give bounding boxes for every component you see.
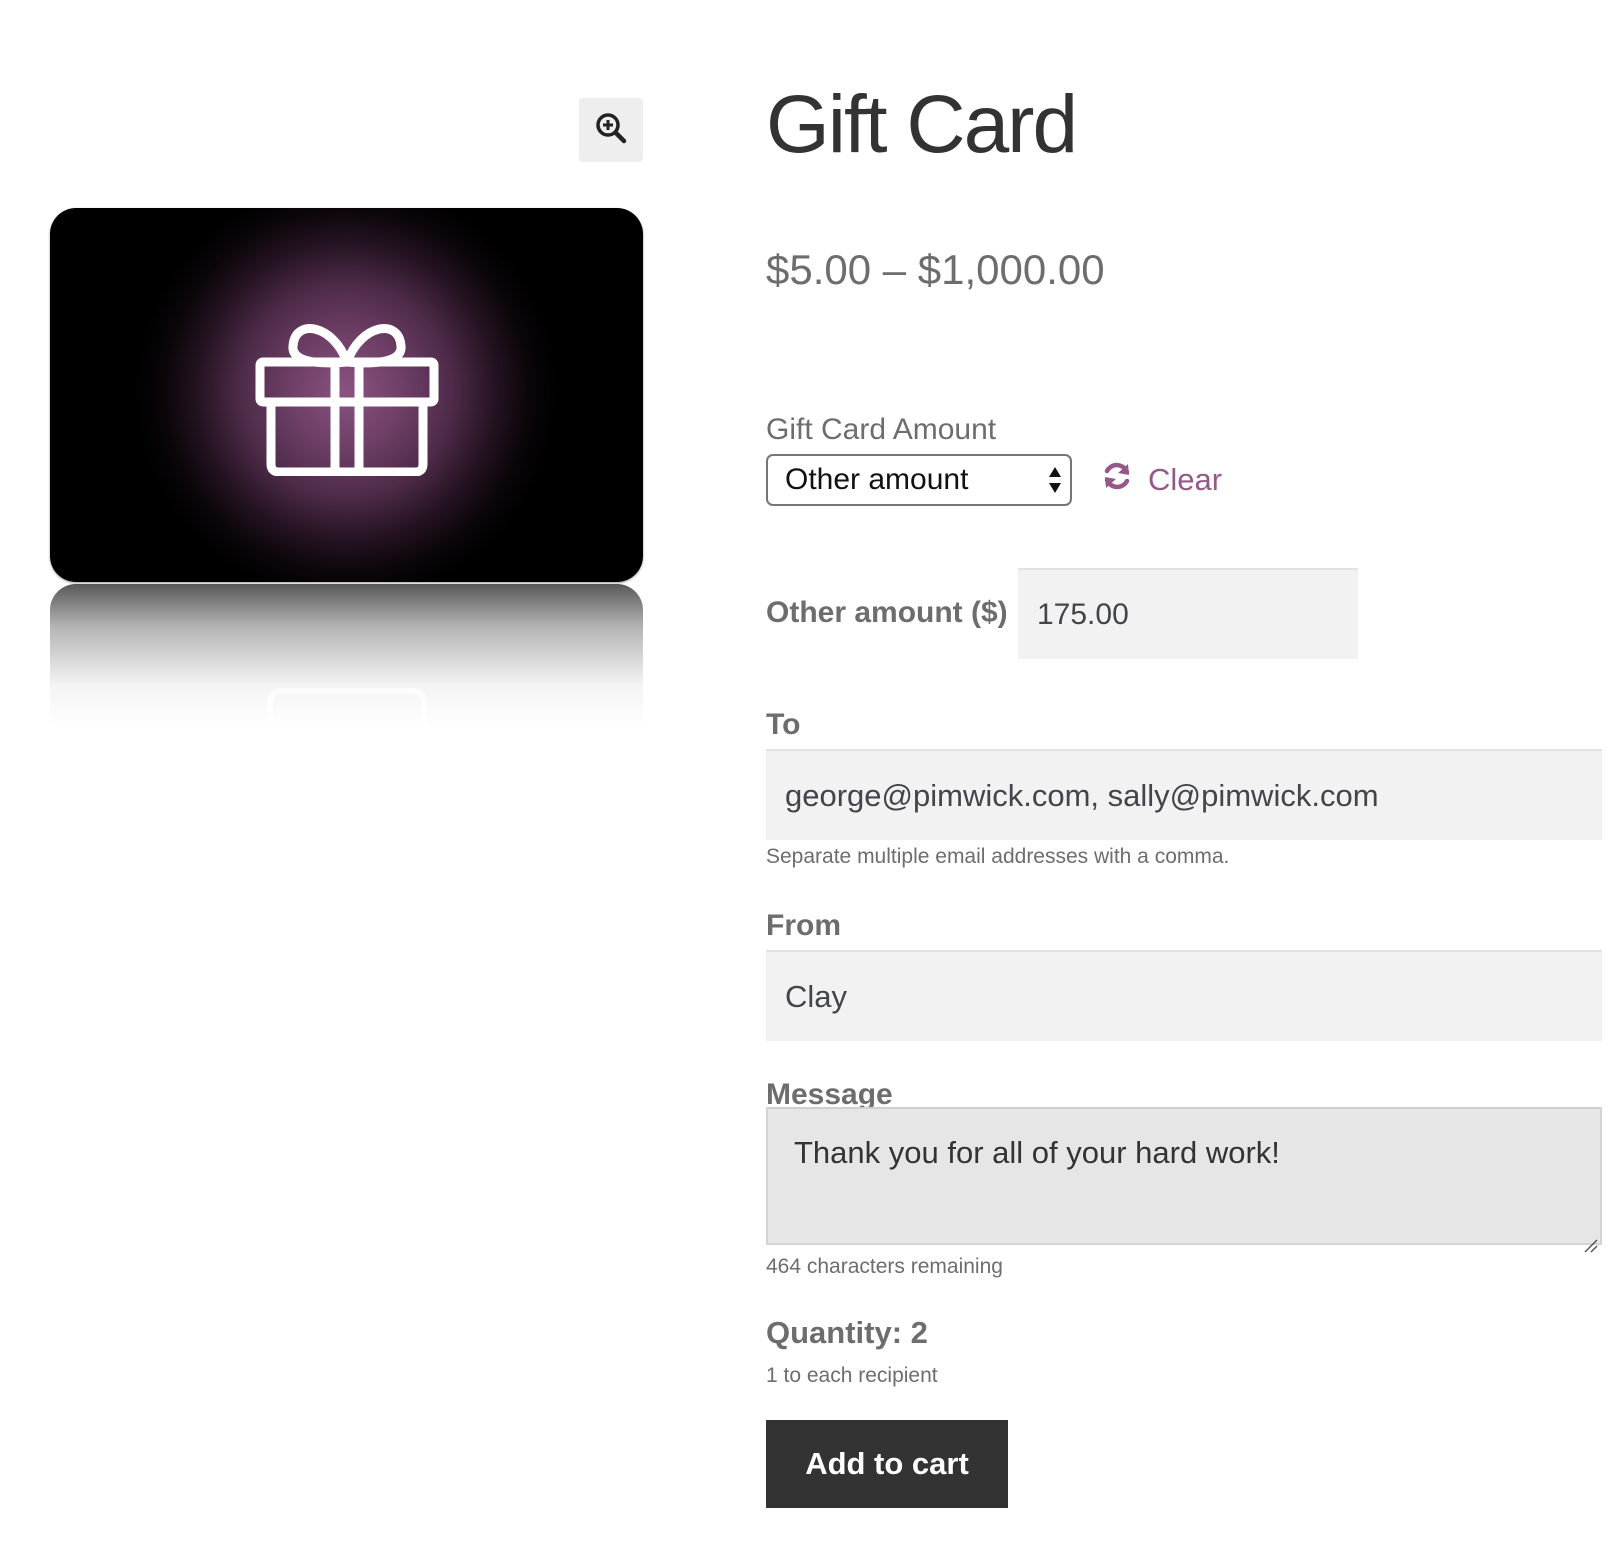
gift-card-amount-label: Gift Card Amount [766, 413, 997, 446]
message-textarea[interactable]: Thank you for all of your hard work! [766, 1107, 1602, 1253]
from-input[interactable]: Clay [766, 950, 1602, 1041]
message-help-text: 464 characters remaining [766, 1255, 1003, 1278]
quantity-label: Quantity: 2 [766, 1315, 928, 1350]
other-amount-label: Other amount ($) [766, 596, 1008, 629]
card-reflection [50, 584, 643, 728]
refresh-icon [1102, 461, 1132, 499]
product-price: $5.00 – $1,000.00 [766, 246, 1105, 293]
selected-amount: Other amount [785, 463, 969, 496]
zoom-in-icon [594, 111, 628, 150]
to-email-input[interactable]: george@pimwick.com, sally@pimwick.com [766, 749, 1602, 840]
gift-icon [255, 312, 439, 481]
from-label: From [766, 909, 841, 942]
product-title: Gift Card [766, 79, 1078, 170]
from-value: Clay [785, 978, 848, 1014]
resize-grip-icon[interactable] [1582, 1225, 1598, 1253]
to-email-value: george@pimwick.com, sally@pimwick.com [785, 777, 1379, 813]
select-arrows-icon [1048, 464, 1062, 496]
other-amount-value: 175.00 [1037, 597, 1129, 631]
gift-card-image[interactable] [50, 208, 643, 582]
product-gallery [50, 208, 643, 728]
message-value: Thank you for all of your hard work! [794, 1135, 1280, 1170]
to-label: To [766, 708, 801, 741]
clear-label: Clear [1148, 462, 1223, 497]
to-help-text: Separate multiple email addresses with a… [766, 845, 1230, 868]
clear-button[interactable]: Clear [1102, 459, 1222, 501]
quantity-help-text: 1 to each recipient [766, 1364, 938, 1387]
zoom-button[interactable] [579, 98, 643, 162]
other-amount-input[interactable]: 175.00 [1018, 568, 1358, 659]
gift-card-amount-select[interactable]: Other amount [766, 454, 1072, 506]
add-to-cart-button[interactable]: Add to cart [766, 1420, 1008, 1508]
